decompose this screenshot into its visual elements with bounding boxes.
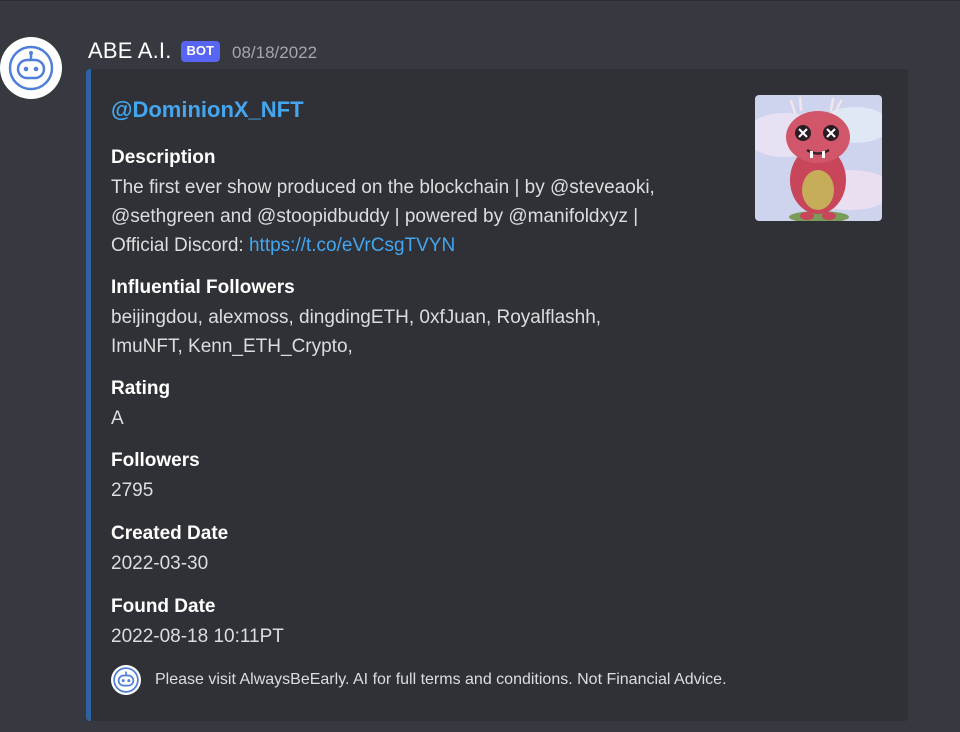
field-value: 2795 bbox=[111, 480, 154, 501]
embed-title[interactable]: @DominionX_NFT bbox=[111, 97, 304, 123]
robot-icon bbox=[8, 45, 54, 91]
followers-line: ImuNFT, Kenn_ETH_Crypto, bbox=[111, 336, 353, 357]
message-timestamp: 08/18/2022 bbox=[231, 43, 318, 62]
field-created-date: Created Date 2022-03-30 bbox=[111, 521, 228, 578]
description-line: Official Discord: https://t.co/eVrCsgTVY… bbox=[111, 231, 655, 260]
field-name: Influential Followers bbox=[111, 277, 295, 298]
field-name: Created Date bbox=[111, 523, 229, 544]
username[interactable]: ABE A.I. bbox=[88, 38, 172, 64]
field-value: 2022-08-18 10:11PT bbox=[111, 626, 284, 647]
field-name: Rating bbox=[111, 378, 171, 399]
field-value: beijingdou, alexmoss, dingdingETH, 0xfJu… bbox=[111, 303, 601, 361]
followers-line: beijingdou, alexmoss, dingdingETH, 0xfJu… bbox=[111, 307, 602, 328]
field-name: Description bbox=[111, 147, 216, 168]
embed-card: @DominionX_NFT Description The first eve… bbox=[86, 69, 908, 721]
field-value: The first ever show produced on the bloc… bbox=[111, 173, 655, 260]
bot-avatar[interactable] bbox=[0, 37, 62, 99]
field-value: A bbox=[111, 408, 124, 429]
field-followers: Followers 2795 bbox=[111, 448, 200, 505]
description-line: The first ever show produced on the bloc… bbox=[111, 177, 655, 198]
description-text: Official Discord: bbox=[111, 235, 249, 256]
bot-badge: BOT bbox=[180, 40, 220, 62]
footer-text: Please visit AlwaysBeEarly. AI for full … bbox=[155, 671, 727, 688]
field-found-date: Found Date 2022-08-18 10:11PT bbox=[111, 594, 284, 651]
embed-thumbnail[interactable] bbox=[755, 95, 882, 221]
field-influential-followers: Influential Followers beijingdou, alexmo… bbox=[111, 275, 601, 361]
field-description: Description The first ever show produced… bbox=[111, 145, 655, 260]
field-name: Followers bbox=[111, 450, 200, 471]
discord-link[interactable]: https://t.co/eVrCsgTVYN bbox=[249, 235, 455, 256]
pink-monster-nft-image bbox=[755, 95, 882, 221]
field-rating: Rating A bbox=[111, 376, 170, 433]
robot-icon bbox=[113, 667, 139, 693]
field-value: 2022-03-30 bbox=[111, 553, 209, 574]
field-name: Found Date bbox=[111, 596, 216, 617]
footer-avatar bbox=[111, 665, 141, 695]
description-line: @sethgreen and @stoopidbuddy | powered b… bbox=[111, 206, 639, 227]
top-divider bbox=[0, 0, 960, 5]
message-header: ABE A.I. BOT 08/18/2022 bbox=[88, 36, 317, 66]
embed-footer: Please visit AlwaysBeEarly. AI for full … bbox=[111, 665, 727, 695]
